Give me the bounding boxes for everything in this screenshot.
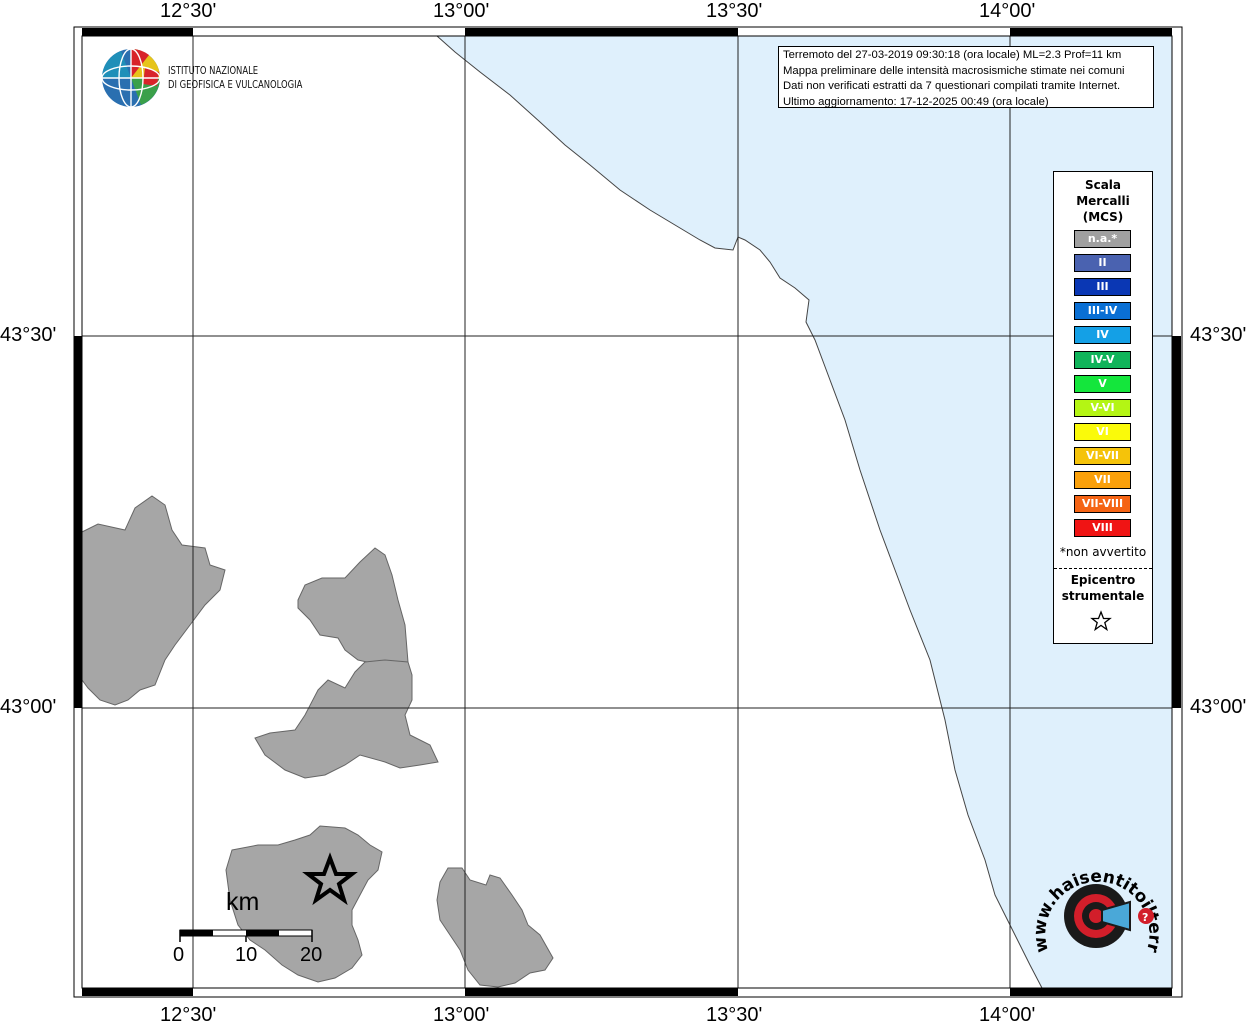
legend-swatch: II: [1074, 254, 1131, 273]
lat-tick-label-right: 43°00': [1190, 696, 1247, 718]
ingv-name-line2: DI GEOFISICA E VULCANOLOGIA: [168, 78, 303, 91]
legend-swatch: VI-VII: [1074, 446, 1131, 465]
legend-swatch: IV-V: [1074, 350, 1131, 369]
lon-tick-label: 13°00': [433, 0, 490, 22]
legend-swatch: V-VI: [1074, 398, 1131, 417]
scalebar-unit: km: [226, 888, 260, 916]
legend-title-line: (MCS): [1082, 210, 1124, 224]
legend-swatch: VII: [1074, 471, 1131, 489]
event-info-line: Dati non verificati estratti da 7 questi…: [783, 80, 1121, 92]
svg-text:?: ?: [1142, 911, 1148, 924]
lat-tick-label-right: 43°30': [1190, 324, 1247, 346]
event-info-line: Mappa preliminare delle intensità macros…: [783, 64, 1125, 77]
epicenter-legend-line: strumentale: [1061, 589, 1145, 603]
epicenter-legend-line: Epicentro: [1070, 573, 1136, 587]
legend-swatch: III-IV: [1074, 302, 1131, 321]
lon-tick-label: 12°30': [160, 0, 217, 22]
legend-swatch: III: [1074, 278, 1131, 297]
lat-tick-label: 43°30': [0, 324, 57, 346]
ingv-globe-icon: [101, 48, 161, 108]
event-info-line: Ultimo aggiornamento: 17-12-2025 00:49 (…: [783, 95, 1049, 108]
legend-swatch: VIII: [1074, 519, 1131, 538]
legend-swatch: VI: [1074, 422, 1131, 441]
lat-tick-label: 43°00': [0, 696, 57, 718]
legend-swatch: n.a.*: [1074, 230, 1131, 248]
star-icon: [1090, 610, 1112, 632]
legend-title: Scala Mercalli (MCS): [1054, 177, 1152, 225]
legend-title-line: Mercalli: [1076, 194, 1130, 208]
mcs-legend: Scala Mercalli (MCS) n.a.* II III III-IV IV I…: [1053, 171, 1153, 644]
scalebar-label: 10: [235, 944, 258, 966]
legend-swatch: IV: [1074, 326, 1131, 345]
legend-swatch: V: [1074, 374, 1131, 393]
ingv-name-line1: ISTITUTO NAZIONALE: [168, 64, 259, 77]
legend-divider: [1054, 568, 1152, 569]
legend-swatch: VII-VIII: [1074, 495, 1131, 514]
legend-note: *non avvertito: [1059, 545, 1147, 559]
event-info-line: Terremoto del 27-03-2019 09:30:18 (ora l…: [783, 49, 1122, 61]
lon-tick-label: 14°00': [979, 0, 1036, 22]
epicenter-legend-label: Epicentro strumentale: [1054, 572, 1152, 604]
lon-tick-label: 13°30': [706, 0, 763, 22]
legend-title-line: Scala: [1084, 178, 1122, 192]
scalebar-label: 20: [300, 944, 323, 966]
haisentito-logo-icon: www.haisentitoilterremoto.it ?: [1030, 860, 1160, 955]
scalebar-label: 0: [173, 944, 185, 966]
event-info-box: Terremoto del 27-03-2019 09:30:18 (ora l…: [778, 46, 1154, 108]
